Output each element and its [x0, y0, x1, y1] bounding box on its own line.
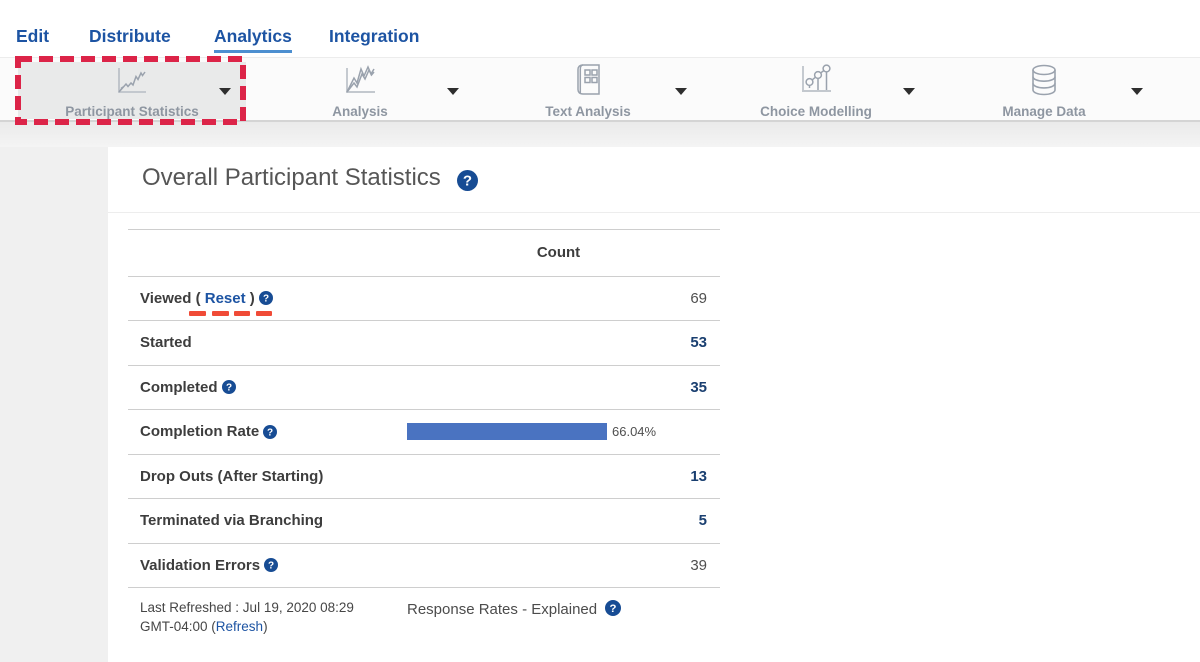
svg-text:?: ?	[268, 561, 274, 572]
svg-text:?: ?	[267, 427, 273, 438]
svg-text:?: ?	[463, 173, 472, 190]
svg-text:?: ?	[226, 383, 232, 394]
svg-text:?: ?	[263, 294, 269, 305]
svg-text:?: ?	[610, 603, 617, 615]
